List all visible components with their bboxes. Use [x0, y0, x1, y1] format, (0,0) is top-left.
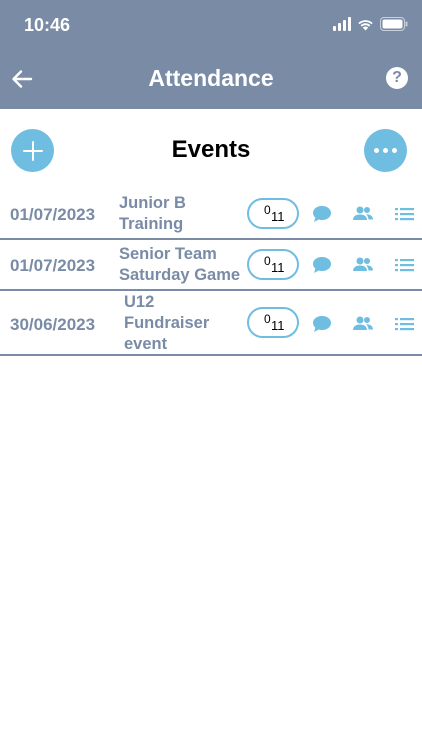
more-options-button[interactable]	[364, 129, 407, 172]
wifi-icon	[357, 18, 374, 31]
battery-icon	[380, 17, 408, 31]
help-button[interactable]: ?	[386, 67, 408, 89]
users-icon[interactable]	[352, 255, 374, 275]
attendance-count[interactable]: 0 11	[247, 249, 299, 280]
event-name: Junior B Training	[119, 194, 186, 233]
list-icon[interactable]	[394, 314, 416, 334]
list-icon[interactable]	[394, 204, 416, 224]
page-title: Events	[171, 136, 251, 163]
comment-icon[interactable]	[311, 204, 333, 224]
nav-title: Attendance	[148, 65, 274, 91]
more-horizontal-icon	[374, 148, 379, 153]
question-circle-icon: ?	[392, 69, 402, 86]
event-row[interactable]: 30/06/2023 U12 Fundraiser event 0 11	[0, 291, 422, 356]
events-toolbar: Events	[0, 109, 422, 189]
list-icon[interactable]	[394, 255, 416, 275]
comment-icon[interactable]	[311, 255, 333, 275]
event-list: 01/07/2023 Junior B Training 0 11 01/07/…	[0, 189, 422, 356]
event-name: U12 Fundraiser event	[124, 293, 210, 353]
users-icon[interactable]	[352, 204, 374, 224]
status-time: 10:46	[24, 15, 71, 35]
event-row[interactable]: 01/07/2023 Junior B Training 0 11	[0, 189, 422, 240]
event-date: 01/07/2023	[10, 205, 96, 224]
users-icon[interactable]	[352, 314, 374, 334]
attendance-count[interactable]: 0 11	[247, 307, 299, 338]
event-date: 01/07/2023	[10, 256, 96, 275]
event-name: Senior Team Saturday Game	[119, 245, 241, 284]
status-bar: 10:46	[0, 0, 422, 52]
comment-icon[interactable]	[311, 314, 333, 334]
event-row[interactable]: 01/07/2023 Senior Team Saturday Game 0 1…	[0, 240, 422, 291]
status-icons	[333, 17, 408, 31]
event-date: 30/06/2023	[10, 315, 96, 334]
app-header: 10:46 Attendance ?	[0, 0, 422, 109]
nav-bar: Attendance ?	[0, 56, 422, 102]
signal-icon	[333, 17, 351, 31]
attendance-count[interactable]: 0 11	[247, 198, 299, 229]
